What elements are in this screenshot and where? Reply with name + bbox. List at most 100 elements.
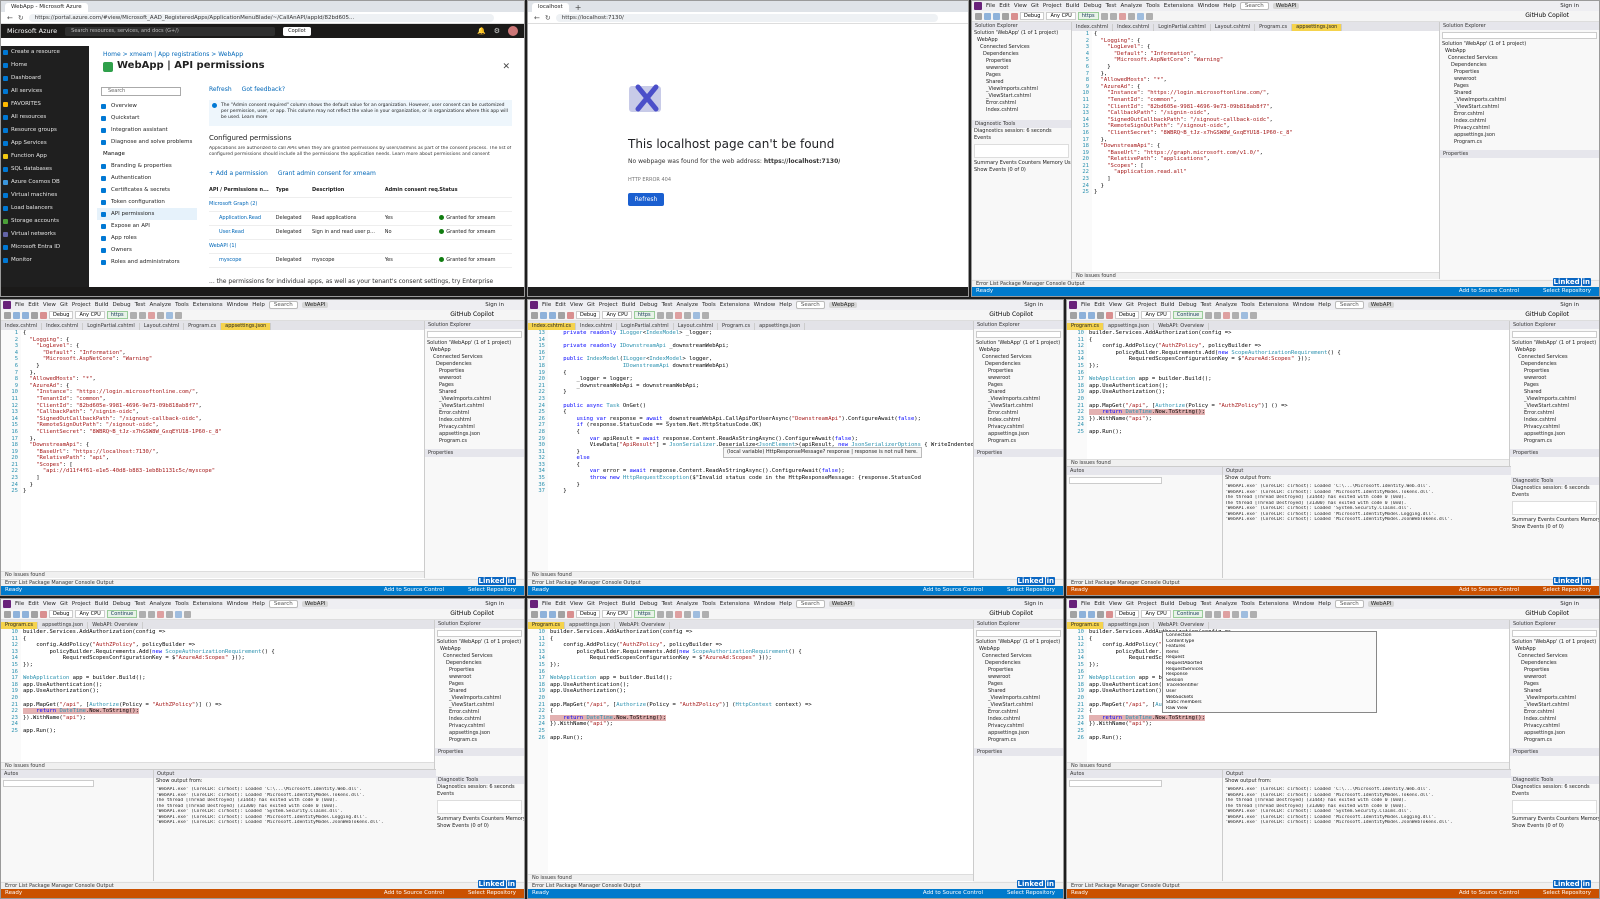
- menu-item[interactable]: File: [15, 302, 24, 308]
- code-editor[interactable]: 13 14 15 16 17 18 19 20 21 22 23 24 25 2…: [528, 330, 973, 579]
- toolbar-icon[interactable]: [139, 610, 147, 618]
- search-input[interactable]: Search: [795, 600, 825, 608]
- solution-tree-item[interactable]: Dependencies: [435, 660, 524, 667]
- solution-tree-item[interactable]: Solution 'WebApp' (1 of 1 project): [1440, 41, 1599, 48]
- blade-search-input[interactable]: Search: [101, 87, 181, 96]
- solution-tree-item[interactable]: Solution 'WebApp' (1 of 1 project): [974, 340, 1063, 347]
- code-line[interactable]: }: [550, 482, 973, 489]
- left-nav-item[interactable]: FAVORITES: [1, 98, 89, 111]
- code-line[interactable]: {: [23, 330, 424, 337]
- solution-tree-item[interactable]: Dependencies: [1510, 361, 1599, 368]
- code-line[interactable]: [550, 337, 973, 344]
- code-line[interactable]: app.Run();: [550, 735, 973, 742]
- search-input[interactable]: Search: [268, 301, 298, 309]
- solution-tree-item[interactable]: Connected Services: [974, 354, 1063, 361]
- code-line[interactable]: "LogLevel": {: [23, 343, 424, 350]
- azure-search-input[interactable]: Search resources, services, and docs (G+…: [65, 26, 276, 36]
- toolbar-icon[interactable]: [4, 311, 11, 319]
- sign-in-button[interactable]: Sign in: [485, 302, 504, 308]
- search-input[interactable]: Search: [268, 600, 298, 608]
- solution-tree-item[interactable]: _ViewImports.cshtml: [1510, 695, 1599, 702]
- copilot-button[interactable]: GitHub Copilot: [989, 610, 1033, 618]
- code-line[interactable]: "ClientSecret": "8WBRQ~B_tJz-x7hGSW8W_Gx…: [1094, 130, 1439, 137]
- code-line[interactable]: "Instance": "https://login.microsoftonli…: [23, 389, 424, 396]
- code-line[interactable]: {: [550, 429, 973, 436]
- menu-item[interactable]: Git: [1126, 601, 1134, 607]
- code-line[interactable]: private readonly IDownstreamApi _downstr…: [550, 343, 973, 350]
- code-line[interactable]: "AzureAd": {: [23, 383, 424, 390]
- left-nav-item[interactable]: Load balancers: [1, 202, 89, 215]
- solution-tree-item[interactable]: Dependencies: [974, 361, 1063, 368]
- avatar[interactable]: [508, 26, 518, 36]
- solution-tree-item[interactable]: wwwroot: [435, 674, 524, 681]
- sign-in-button[interactable]: Sign in: [1024, 302, 1043, 308]
- copilot-button[interactable]: GitHub Copilot: [1525, 610, 1569, 618]
- solution-tree-item[interactable]: Pages: [974, 681, 1063, 688]
- code-line[interactable]: }).WithName("api");: [23, 715, 434, 722]
- menu-item[interactable]: Analyze: [1215, 601, 1237, 607]
- toolbar-icon[interactable]: [701, 610, 709, 618]
- code-line[interactable]: return DateTime.Now.ToString();: [550, 714, 973, 722]
- menu-item[interactable]: Analyze: [1120, 3, 1142, 9]
- solution-tree-item[interactable]: Error.cshtml: [425, 410, 524, 417]
- menu-item[interactable]: File: [986, 3, 995, 9]
- code-line[interactable]: {: [550, 409, 973, 416]
- solution-search-input[interactable]: [976, 331, 1061, 338]
- solution-tree-item[interactable]: Privacy.cshtml: [1510, 424, 1599, 431]
- code-line[interactable]: "DownstreamApi": {: [1094, 143, 1439, 150]
- toolbar-icon[interactable]: [1250, 610, 1258, 618]
- run-button[interactable]: https: [633, 311, 655, 319]
- menu-item[interactable]: View: [43, 601, 56, 607]
- toolbar-icon[interactable]: [1232, 610, 1240, 618]
- menu-item[interactable]: Help: [1318, 601, 1331, 607]
- show-output-from[interactable]: Show output from:: [154, 778, 436, 785]
- toolbar-icon[interactable]: [1241, 311, 1249, 319]
- code-line[interactable]: [23, 669, 434, 676]
- table-row[interactable]: Application.Read Delegated Read applicatio…: [209, 212, 512, 226]
- platform-dropdown[interactable]: Any CPU: [75, 610, 105, 618]
- left-nav-item[interactable]: Dashboard: [1, 72, 89, 85]
- code-line[interactable]: config.AddPolicy("AuthZPolicy", policyBu…: [23, 642, 434, 649]
- copilot-button[interactable]: GitHub Copilot: [1525, 12, 1569, 20]
- code-line[interactable]: RequiredScopesConfigurationKey = $"Azure…: [23, 655, 434, 662]
- solution-tree-item[interactable]: Dependencies: [1510, 660, 1599, 667]
- left-nav-item[interactable]: Virtual networks: [1, 228, 89, 241]
- solution-tree-item[interactable]: appsettings.json: [1510, 431, 1599, 438]
- toolbar-icon[interactable]: [1232, 311, 1240, 319]
- tool-window-tabs[interactable]: Error List Package Manager Console Outpu…: [528, 882, 1063, 889]
- back-icon[interactable]: ←: [534, 14, 540, 22]
- code-line[interactable]: "Default": "Information",: [23, 350, 424, 357]
- menu-item[interactable]: Git: [1031, 3, 1039, 9]
- run-button[interactable]: https: [106, 311, 128, 319]
- select-repository-button[interactable]: Select Repository: [468, 586, 516, 595]
- toolbar-icon[interactable]: [1088, 610, 1095, 618]
- code-line[interactable]: }: [1094, 189, 1439, 196]
- code-line[interactable]: "SignedOutCallbackPath": "/signout-callb…: [1094, 117, 1439, 124]
- menu-item[interactable]: Window: [754, 302, 776, 308]
- solution-tree-item[interactable]: wwwroot: [974, 375, 1063, 382]
- solution-tree-item[interactable]: Privacy.cshtml: [435, 723, 524, 730]
- configuration-dropdown[interactable]: Debug: [1115, 311, 1140, 319]
- solution-tree-item[interactable]: Connected Services: [974, 653, 1063, 660]
- code-line[interactable]: app.MapGet("/api", [Authorize(Policy = "…: [23, 702, 434, 709]
- menu-item[interactable]: Git: [1126, 302, 1134, 308]
- blade-menu-item[interactable]: App roles: [97, 232, 197, 244]
- left-nav-item[interactable]: Function App: [1, 150, 89, 163]
- solution-tree-item[interactable]: Index.cshtml: [1510, 417, 1599, 424]
- blade-menu-item[interactable]: Manage: [97, 148, 197, 160]
- left-nav-item[interactable]: Home: [1, 59, 89, 72]
- left-nav-item[interactable]: All resources: [1, 111, 89, 124]
- toolbar-icon[interactable]: [1205, 311, 1213, 319]
- code-line[interactable]: builder.Services.AddAuthorization(config…: [23, 629, 434, 636]
- menu-item[interactable]: Window: [227, 302, 249, 308]
- solution-tree-item[interactable]: Pages: [435, 681, 524, 688]
- editor-tab[interactable]: appsettings.json: [38, 622, 89, 629]
- solution-tree-item[interactable]: Error.cshtml: [974, 410, 1063, 417]
- editor-tab[interactable]: Layout.cshtml: [140, 323, 185, 330]
- solution-tree-item[interactable]: _ViewImports.cshtml: [1510, 396, 1599, 403]
- editor-tab[interactable]: WebAPI: Overview: [1154, 622, 1209, 629]
- menu-item[interactable]: View: [570, 302, 583, 308]
- toolbar-icon[interactable]: [558, 610, 565, 618]
- show-output-from[interactable]: Show output from:: [1223, 475, 1511, 482]
- solution-tree-item[interactable]: appsettings.json: [435, 730, 524, 737]
